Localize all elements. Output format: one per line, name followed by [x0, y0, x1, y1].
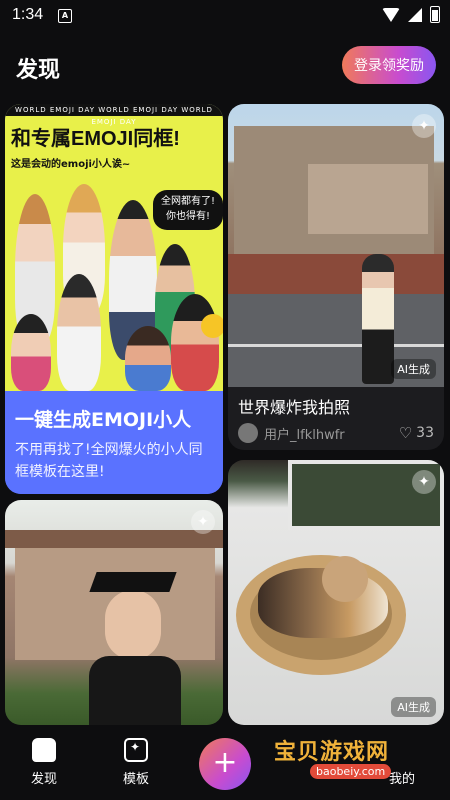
bubble-line-1: 全网都有了!: [160, 196, 215, 207]
status-icons: [382, 6, 440, 23]
login-reward-button[interactable]: 登录领奖励: [342, 46, 436, 84]
road-line: [228, 344, 444, 347]
user-avatar[interactable]: [238, 423, 258, 443]
page-title: 发现: [16, 58, 61, 83]
nav-discover[interactable]: 发现: [14, 738, 74, 787]
ai-generated-badge: AI生成: [391, 359, 436, 379]
graduation-gown: [89, 656, 181, 725]
nav-template-label: 模板: [122, 772, 149, 787]
emoji-face: [201, 314, 223, 338]
cat-photo-image: ✦ AI生成: [228, 460, 444, 725]
ai-generated-badge: AI生成: [391, 697, 436, 717]
poster-speech-bubble: 全网都有了! 你也得有!: [153, 190, 223, 230]
graduation-cap: [89, 572, 177, 592]
graduation-photo-image: ✦: [5, 500, 223, 725]
woman-figure: [362, 254, 394, 384]
template-icon: [124, 738, 148, 762]
ai-sparkle-icon[interactable]: ✦: [191, 510, 215, 534]
building-roof: [5, 530, 223, 548]
heart-icon[interactable]: ♡: [399, 424, 412, 442]
figure-5: [57, 274, 101, 391]
status-bar: 1:34 A: [0, 0, 450, 34]
app-notification-icon: A: [58, 9, 72, 23]
wifi-icon: [382, 7, 400, 22]
red-wall: [228, 254, 444, 294]
figure-8: [171, 294, 219, 391]
user-name[interactable]: 用户_lfklhwfr: [264, 424, 399, 443]
bubble-line-2: 你也得有!: [165, 211, 210, 222]
figure-7: [125, 326, 171, 391]
watermark-text: 宝贝游戏网: [274, 740, 390, 765]
street-photo-image: ✦ AI生成: [228, 104, 444, 387]
poster-banner: WORLD EMOJI DAY WORLD EMOJI DAY WORLD EM…: [5, 104, 223, 126]
emoji-card-description: 不用再找了!全网爆火的小人同框模板在这里!: [15, 442, 203, 480]
cat-photo-card[interactable]: ✦ AI生成: [228, 460, 444, 725]
like-count: 33: [416, 425, 434, 441]
building-balcony: [308, 164, 428, 234]
nav-template[interactable]: 模板: [106, 738, 166, 787]
emoji-template-card[interactable]: WORLD EMOJI DAY WORLD EMOJI DAY WORLD EM…: [5, 104, 223, 494]
street-card-title: 世界爆炸我拍照: [238, 398, 351, 417]
watermark-url: baobeiy.com: [310, 764, 392, 779]
emoji-card-info: 一键生成EMOJI小人 不用再找了!全网爆火的小人同框模板在这里!: [5, 391, 223, 494]
graduate-face: [105, 590, 161, 660]
ai-sparkle-icon[interactable]: ✦: [412, 470, 436, 494]
street-card-meta: 用户_lfklhwfr ♡ 33: [238, 422, 434, 444]
status-time: 1:34: [12, 6, 44, 23]
poster-headline: 和专属EMOJI同框!: [11, 128, 180, 150]
ai-sparkle-icon[interactable]: ✦: [412, 114, 436, 138]
street-photo-card[interactable]: ✦ AI生成 世界爆炸我拍照 用户_lfklhwfr ♡ 33: [228, 104, 444, 450]
poster-subtitle: 这是会动的emoji小人诶~: [11, 159, 131, 170]
signal-icon: [408, 7, 422, 22]
nav-discover-label: 发现: [30, 772, 57, 787]
site-watermark: 宝贝游戏网 baobeiy.com: [270, 730, 430, 790]
graduation-photo-card[interactable]: ✦: [5, 500, 223, 725]
home-icon: [32, 738, 56, 762]
create-button[interactable]: +: [199, 738, 251, 790]
emoji-card-title: 一键生成EMOJI小人: [15, 409, 192, 431]
figure-6: [11, 314, 51, 391]
battery-icon: [430, 6, 440, 23]
emoji-poster-image: WORLD EMOJI DAY WORLD EMOJI DAY WORLD EM…: [5, 104, 223, 391]
cat-head: [322, 556, 368, 602]
